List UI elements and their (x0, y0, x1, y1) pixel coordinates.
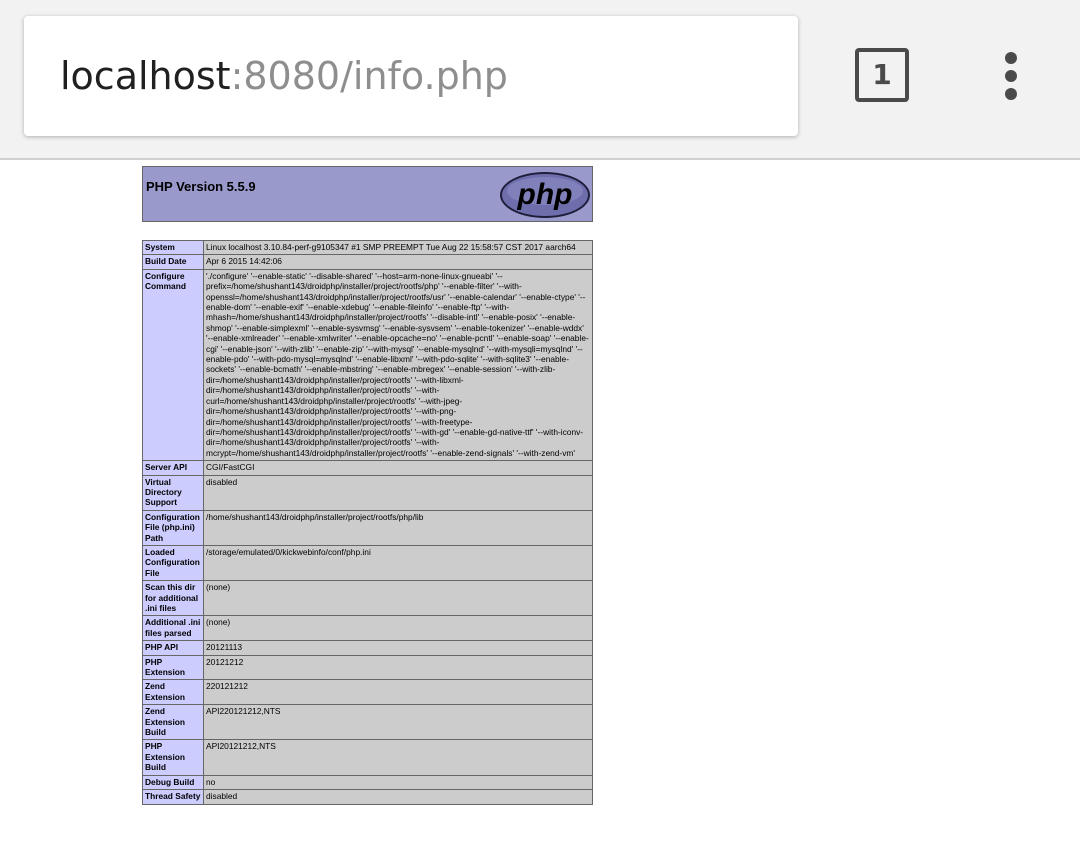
table-row: System Linux localhost 3.10.84-perf-g9105… (142, 239, 593, 256)
table-row: Virtual Directory Support disabled (142, 474, 593, 511)
page-title: PHP Version 5.5.9 (146, 179, 256, 194)
browser-toolbar: localhost:8080/info.php 1 (0, 0, 1080, 160)
table-row: PHP API 20121113 (142, 640, 593, 656)
table-row: Additional .ini files parsed (none) (142, 615, 593, 642)
row-value: Apr 6 2015 14:42:06 (203, 254, 593, 270)
row-value: no (203, 774, 593, 791)
row-label: PHP Extension Build (142, 739, 204, 776)
row-label: System (142, 239, 204, 256)
tab-count: 1 (872, 58, 892, 91)
url-host: localhost (60, 54, 231, 98)
menu-dot (1005, 52, 1017, 64)
menu-dot (1005, 88, 1017, 100)
row-label: PHP Extension (142, 654, 204, 681)
row-value: disabled (203, 789, 593, 805)
row-value: Linux localhost 3.10.84-perf-g9105347 #1… (203, 239, 593, 256)
row-value: './configure' '--enable-static' '--disab… (203, 268, 593, 462)
url-bar[interactable]: localhost:8080/info.php (24, 16, 798, 136)
table-row: Thread Safety disabled (142, 789, 593, 805)
url-text[interactable]: localhost:8080/info.php (60, 54, 508, 98)
url-path: :8080/info.php (230, 54, 508, 98)
table-row: Scan this dir for additional .ini files(… (142, 580, 593, 617)
row-value: /home/shushant143/droidphp/installer/pro… (203, 509, 593, 546)
php-version-header: PHP Version 5.5.9 php (142, 166, 593, 222)
table-row: Debug Build no (142, 774, 593, 791)
row-value: 20121113 (203, 640, 593, 656)
row-value: (none) (203, 580, 593, 617)
row-value: CGI/FastCGI (203, 460, 593, 476)
row-label: Debug Build (142, 774, 204, 791)
menu-dot (1005, 70, 1017, 82)
row-label: Server API (142, 460, 204, 476)
row-label: Zend Extension (142, 679, 204, 706)
row-label: Thread Safety (142, 789, 204, 805)
row-label: PHP API (142, 640, 204, 656)
row-value: (none) (203, 615, 593, 642)
row-label: Scan this dir for additional .ini files (142, 580, 204, 617)
phpinfo-page: PHP Version 5.5.9 php System Linux localh… (142, 166, 593, 805)
row-label: Configuration File (php.ini) Path (142, 509, 204, 546)
php-logo[interactable]: php (499, 171, 591, 219)
table-row: Configure Command './configure' '--enable… (142, 268, 593, 462)
table-row: PHP Extension Build API20121212,NTS (142, 739, 593, 776)
table-row: Server API CGI/FastCGI (142, 460, 593, 476)
table-row: Loaded Configuration File/storage/emulat… (142, 544, 593, 582)
table-row: Configuration File (php.ini) Path/home/s… (142, 509, 593, 546)
info-table-body: System Linux localhost 3.10.84-perf-g9105… (142, 239, 593, 805)
row-label: Additional .ini files parsed (142, 615, 204, 642)
row-value: 220121212 (203, 679, 593, 706)
row-value: 20121212 (203, 654, 593, 681)
tab-switcher-button[interactable]: 1 (855, 48, 909, 102)
table-row: Zend Extension Build API220121212,NTS (142, 704, 593, 741)
row-value: disabled (203, 474, 593, 511)
table-row: Build Date Apr 6 2015 14:42:06 (142, 254, 593, 270)
row-label: Virtual Directory Support (142, 474, 204, 511)
row-value: API220121212,NTS (203, 704, 593, 741)
table-row: PHP Extension 20121212 (142, 654, 593, 681)
row-label: Loaded Configuration File (142, 544, 204, 582)
table-row: Zend Extension 220121212 (142, 679, 593, 706)
row-label: Zend Extension Build (142, 704, 204, 741)
row-label: Build Date (142, 254, 204, 270)
php-logo-text: php (517, 178, 573, 211)
row-label: Configure Command (142, 268, 204, 462)
more-vert-icon[interactable] (992, 48, 1030, 104)
row-value: API20121212,NTS (203, 739, 593, 776)
row-value: /storage/emulated/0/kickwebinfo/conf/php… (203, 544, 593, 582)
info-table: System Linux localhost 3.10.84-perf-g9105… (142, 239, 593, 805)
